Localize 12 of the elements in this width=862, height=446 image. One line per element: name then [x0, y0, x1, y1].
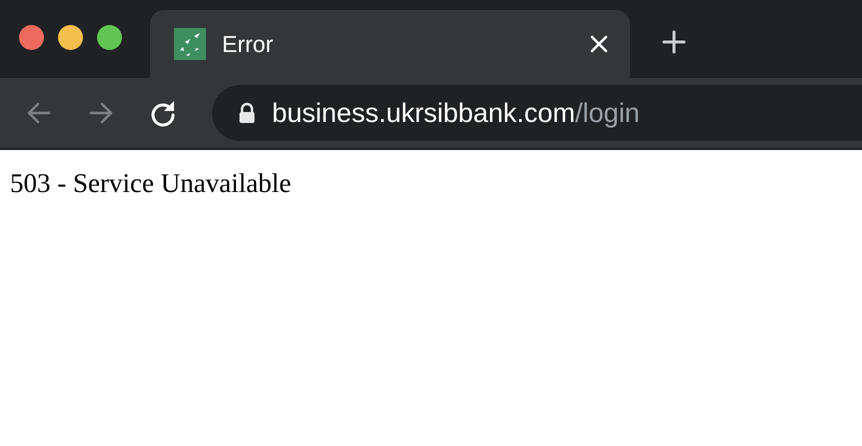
- browser-tab[interactable]: Error: [150, 10, 630, 78]
- lock-icon: [238, 102, 256, 124]
- error-message: 503 - Service Unavailable: [10, 167, 292, 200]
- url-text: business.ukrsibbank.com/login: [272, 96, 640, 130]
- zoom-window-button[interactable]: [97, 25, 122, 50]
- minimize-window-button[interactable]: [58, 25, 83, 50]
- close-window-button[interactable]: [19, 25, 44, 50]
- bird-logo-icon: [174, 28, 206, 60]
- address-bar[interactable]: business.ukrsibbank.com/login: [212, 85, 862, 141]
- close-icon[interactable]: [590, 35, 608, 53]
- tab-title: Error: [222, 30, 274, 59]
- plus-icon: [662, 30, 686, 54]
